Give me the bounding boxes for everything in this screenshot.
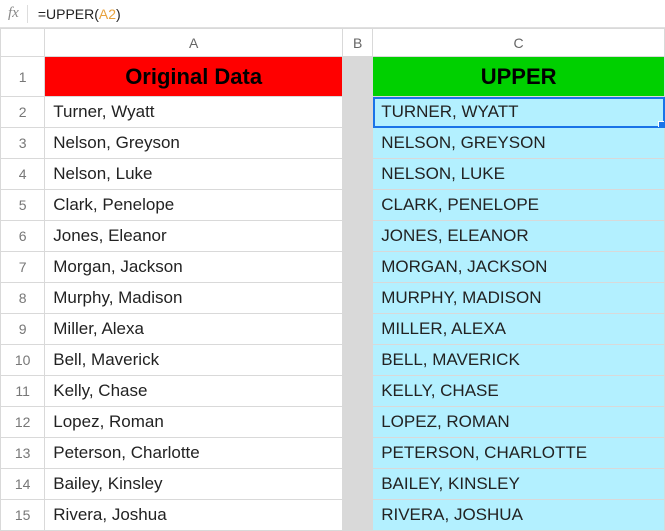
row-header[interactable]: 7 bbox=[1, 252, 45, 283]
row-header[interactable]: 5 bbox=[1, 190, 45, 221]
row-header[interactable]: 15 bbox=[1, 500, 45, 531]
corner-cell[interactable] bbox=[1, 29, 45, 57]
col-header-a[interactable]: A bbox=[45, 29, 343, 57]
row-header[interactable]: 2 bbox=[1, 97, 45, 128]
row-header[interactable]: 14 bbox=[1, 469, 45, 500]
row-header[interactable]: 10 bbox=[1, 345, 45, 376]
cell-b[interactable] bbox=[343, 283, 373, 314]
header-upper[interactable]: UPPER bbox=[373, 57, 665, 97]
cell-c[interactable]: PETERSON, CHARLOTTE bbox=[373, 438, 665, 469]
header-original[interactable]: Original Data bbox=[45, 57, 343, 97]
cell-c[interactable]: NELSON, GREYSON bbox=[373, 128, 665, 159]
cell-c[interactable]: KELLY, CHASE bbox=[373, 376, 665, 407]
cell-a[interactable]: Peterson, Charlotte bbox=[45, 438, 343, 469]
cell-c[interactable]: JONES, ELEANOR bbox=[373, 221, 665, 252]
cell-b[interactable] bbox=[343, 159, 373, 190]
cell-c[interactable]: MURPHY, MADISON bbox=[373, 283, 665, 314]
cell-c[interactable]: NELSON, LUKE bbox=[373, 159, 665, 190]
cell-b[interactable] bbox=[343, 500, 373, 531]
cell-a[interactable]: Turner, Wyatt bbox=[45, 97, 343, 128]
cell-c[interactable]: CLARK, PENELOPE bbox=[373, 190, 665, 221]
fx-icon: fx bbox=[8, 5, 19, 22]
cell-a[interactable]: Nelson, Luke bbox=[45, 159, 343, 190]
cell-b[interactable] bbox=[343, 469, 373, 500]
cell-a[interactable]: Rivera, Joshua bbox=[45, 500, 343, 531]
cell-a[interactable]: Bailey, Kinsley bbox=[45, 469, 343, 500]
cell-b[interactable] bbox=[343, 128, 373, 159]
cell-a[interactable]: Jones, Eleanor bbox=[45, 221, 343, 252]
cell-c[interactable]: BELL, MAVERICK bbox=[373, 345, 665, 376]
cell-a[interactable]: Lopez, Roman bbox=[45, 407, 343, 438]
col-header-b[interactable]: B bbox=[343, 29, 373, 57]
cell-b[interactable] bbox=[343, 407, 373, 438]
formula-text: =UPPER(A2) bbox=[38, 6, 121, 22]
cell-a[interactable]: Nelson, Greyson bbox=[45, 128, 343, 159]
row-header[interactable]: 1 bbox=[1, 57, 45, 97]
cell-b[interactable] bbox=[343, 376, 373, 407]
row-header[interactable]: 9 bbox=[1, 314, 45, 345]
cell-a[interactable]: Murphy, Madison bbox=[45, 283, 343, 314]
cell-a[interactable]: Clark, Penelope bbox=[45, 190, 343, 221]
cell-a[interactable]: Kelly, Chase bbox=[45, 376, 343, 407]
row-header[interactable]: 13 bbox=[1, 438, 45, 469]
row-header[interactable]: 3 bbox=[1, 128, 45, 159]
spreadsheet-grid[interactable]: A B C 1 Original Data UPPER 2 Turner, Wy… bbox=[0, 28, 665, 531]
cell-b[interactable] bbox=[343, 221, 373, 252]
cell-c[interactable]: MORGAN, JACKSON bbox=[373, 252, 665, 283]
cell-c[interactable]: LOPEZ, ROMAN bbox=[373, 407, 665, 438]
row-header[interactable]: 6 bbox=[1, 221, 45, 252]
cell-c[interactable]: RIVERA, JOSHUA bbox=[373, 500, 665, 531]
row-header[interactable]: 8 bbox=[1, 283, 45, 314]
cell-c[interactable]: BAILEY, KINSLEY bbox=[373, 469, 665, 500]
cell-b[interactable] bbox=[343, 190, 373, 221]
cell-c-selected[interactable]: TURNER, WYATT bbox=[373, 97, 665, 128]
formula-bar[interactable]: fx =UPPER(A2) bbox=[0, 0, 665, 28]
cell-b[interactable] bbox=[343, 252, 373, 283]
row-header[interactable]: 11 bbox=[1, 376, 45, 407]
cell-a[interactable]: Morgan, Jackson bbox=[45, 252, 343, 283]
cell-b[interactable] bbox=[343, 314, 373, 345]
cell-b1[interactable] bbox=[343, 57, 373, 97]
cell-a[interactable]: Bell, Maverick bbox=[45, 345, 343, 376]
cell-b[interactable] bbox=[343, 438, 373, 469]
divider bbox=[27, 5, 28, 23]
cell-a[interactable]: Miller, Alexa bbox=[45, 314, 343, 345]
row-header[interactable]: 4 bbox=[1, 159, 45, 190]
cell-b[interactable] bbox=[343, 345, 373, 376]
row-header[interactable]: 12 bbox=[1, 407, 45, 438]
cell-b[interactable] bbox=[343, 97, 373, 128]
cell-c[interactable]: MILLER, ALEXA bbox=[373, 314, 665, 345]
col-header-c[interactable]: C bbox=[373, 29, 665, 57]
